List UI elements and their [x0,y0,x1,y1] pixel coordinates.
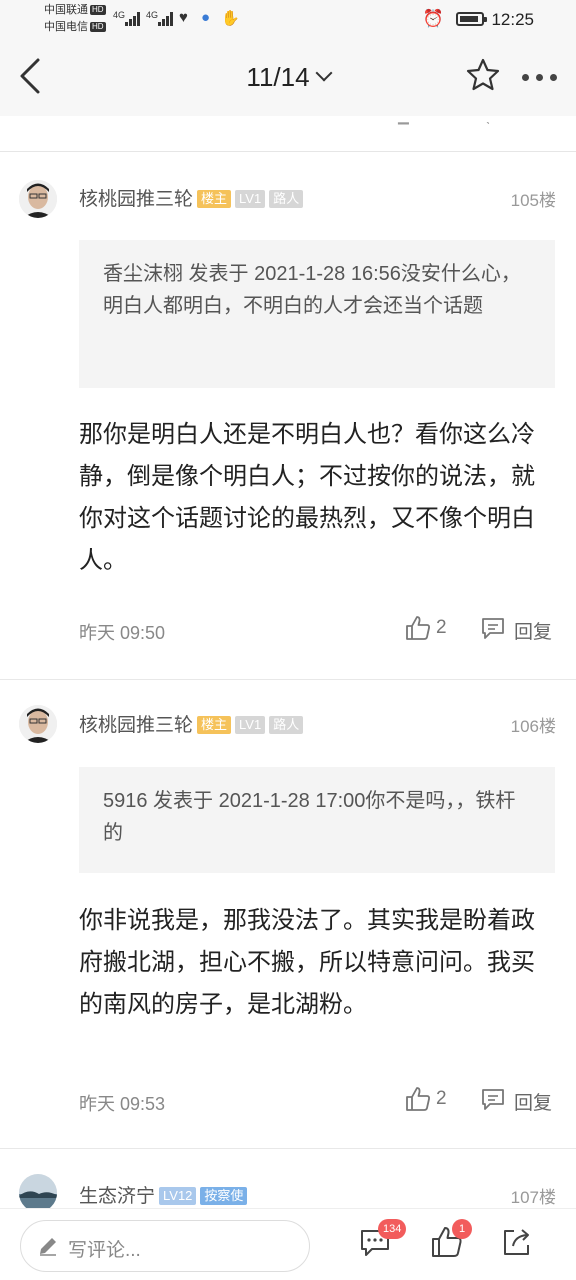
comment-count-badge: 134 [378,1219,407,1239]
gesture-icon: ✋ [221,10,240,27]
like-count: 2 [436,1088,447,1109]
floor-number: 105楼 [510,191,556,210]
signal-icon [158,12,174,26]
post-body: 你非说我是，那我没法了。其实我是盼着政府搬北湖，担心不搬，所以特意问问。我买的南… [79,907,535,1018]
pencil-icon [40,1238,56,1256]
quoted-text: 5916 发表于 2021-1-28 17:00你不是吗，，铁杆的 [79,767,555,873]
signal-icon [125,12,141,26]
status-time: 12:25 [491,10,534,29]
like-count: 2 [436,617,447,638]
avatar[interactable] [19,705,57,743]
comments-button[interactable]: 134 [358,1219,407,1265]
level-badge: LV1 [235,716,266,734]
health-icon: ♥ [179,9,188,26]
post-time: 昨天 09:53 [79,1094,166,1114]
avatar[interactable] [19,180,57,218]
title-badge: 路人 [269,716,304,734]
page-indicator: 11/14 [246,62,310,92]
top-navigation-bar: 11/14 [0,38,576,116]
network-type-1: 4G [113,10,126,20]
carrier-2: 中国电信 HD [44,21,106,33]
quoted-text: 香尘沫栩 发表于 2021-1-28 16:56没安什么心，明白人都明白，不明白… [79,240,555,388]
post-author[interactable]: 核桃园推三轮 楼主 LV1 路人 [79,184,304,211]
post-105: 核桃园推三轮 楼主 LV1 路人 105楼 香尘沫栩 发表于 2021-1-28 16… [0,152,576,679]
alarm-icon: ⏰ [422,9,444,28]
battery-icon [456,12,487,26]
reply-button[interactable]: 回复 [480,1086,560,1116]
network-type-2: 4G [146,10,159,20]
reply-icon: ˎ [486,116,491,124]
favorite-star-icon[interactable] [466,58,500,92]
chevron-down-icon [315,64,333,82]
app-notification-icon: ● [201,9,211,26]
more-options-icon[interactable] [522,74,558,82]
reply-icon [482,1089,504,1110]
post-106: 核桃园推三轮 楼主 LV1 路人 106楼 5916 发表于 2021-1-28 17… [0,680,576,1148]
bottom-action-bar: 写评论... 134 1 [0,1208,576,1280]
avatar[interactable] [19,1174,57,1208]
level-badge: LV1 [235,190,266,208]
post-time: 昨天 09:50 [79,623,166,643]
title-badge: 按察使 [200,1187,248,1205]
owner-badge: 楼主 [197,716,232,734]
share-icon [504,1229,529,1255]
floor-number: 107楼 [510,1188,556,1207]
status-bar: 中国联通 HD 中国电信 HD 4G 4G ♥ ● ✋ ⏰ 12:25 [0,0,576,38]
title-badge: 路人 [269,190,304,208]
reply-icon [482,618,504,639]
post-107: 生态济宁 LV12 按察使 107楼 [0,1149,576,1208]
thumbs-up-icon [406,1087,430,1111]
like-button[interactable]: 2 [405,615,465,645]
like-count-badge: 1 [452,1219,472,1239]
like-icon: ▁ [398,116,409,124]
previous-post-remnant: ▁ ˎ [0,116,576,152]
reply-button[interactable]: 回复 [480,615,560,645]
floor-number: 106楼 [510,717,556,736]
comment-input[interactable]: 写评论... [20,1220,310,1272]
like-button[interactable]: 2 [405,1086,465,1116]
carrier-1: 中国联通 HD [44,4,106,16]
thumbs-up-icon [406,616,430,640]
comment-placeholder: 写评论... [68,1240,141,1261]
post-body: 那你是明白人还是不明白人也？看你这么冷静，倒是像个明白人；不过按你的说法，就你对… [79,421,535,574]
like-post-button[interactable]: 1 [430,1219,472,1265]
post-author[interactable]: 生态济宁 LV12 按察使 [79,1181,248,1208]
level-badge: LV12 [159,1187,197,1205]
owner-badge: 楼主 [197,190,232,208]
share-button[interactable] [500,1225,540,1265]
post-author[interactable]: 核桃园推三轮 楼主 LV1 路人 [79,710,304,737]
